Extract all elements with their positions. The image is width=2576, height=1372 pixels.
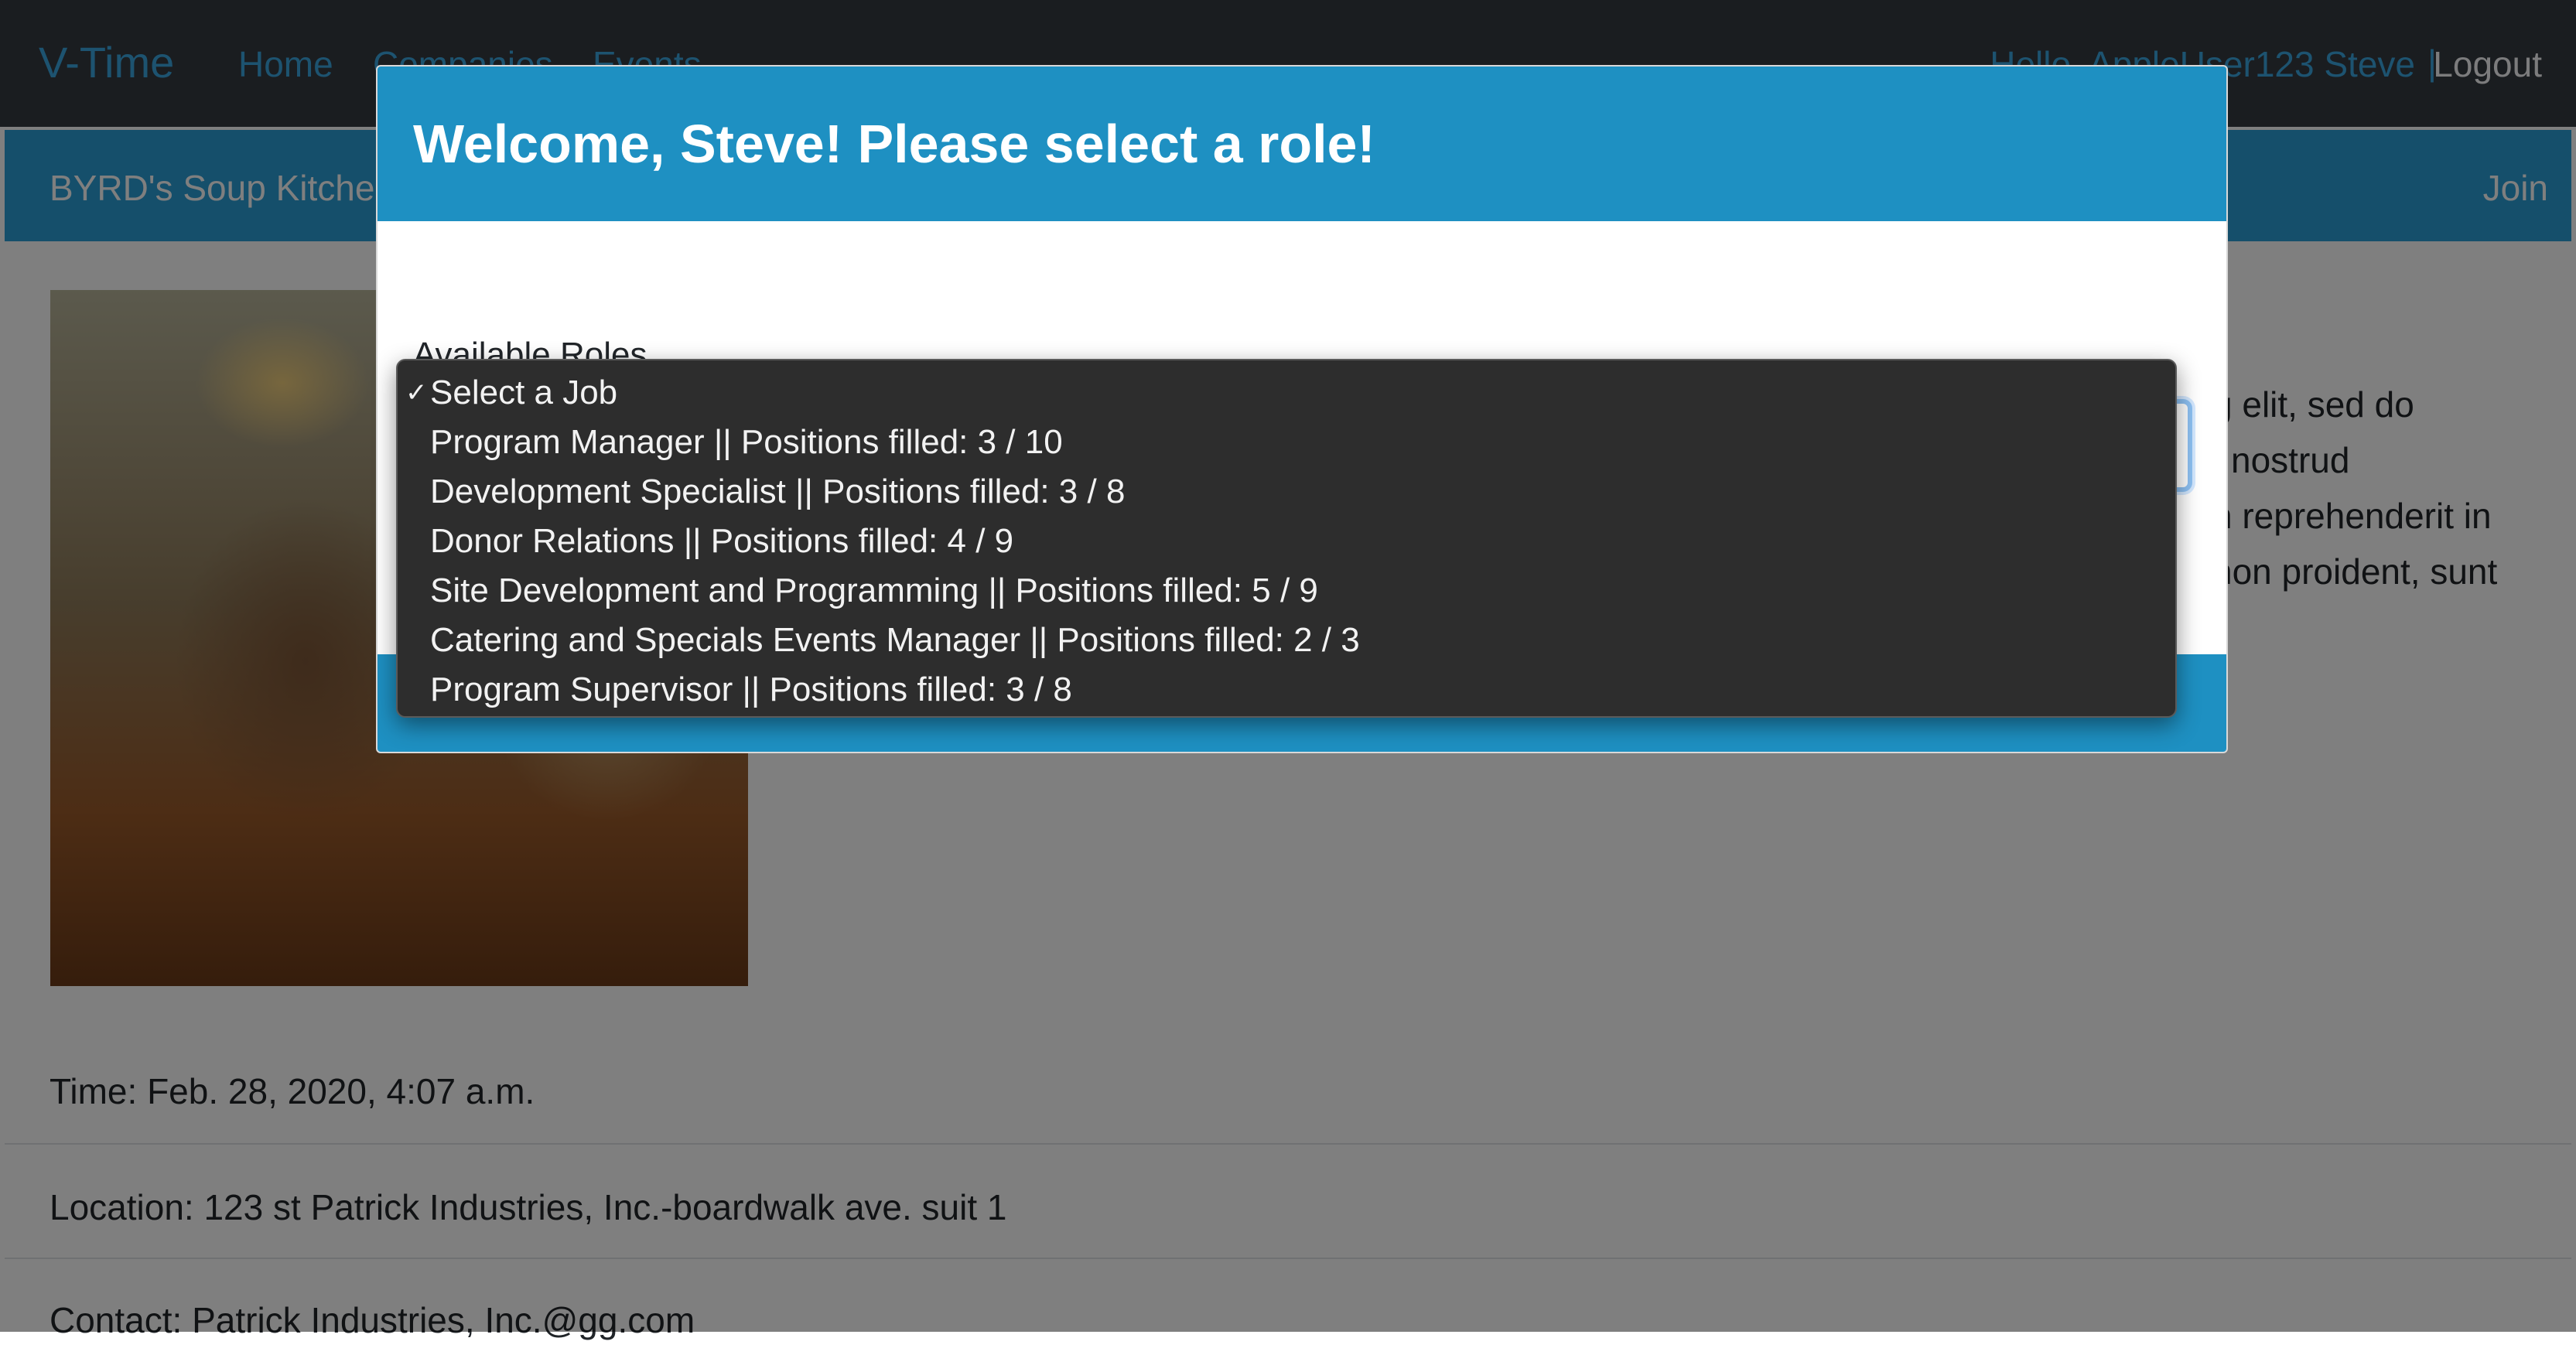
role-option-site-development[interactable]: Site Development and Programming || Posi… [398,566,2175,616]
role-option-program-supervisor[interactable]: Program Supervisor || Positions filled: … [398,665,2175,715]
role-option-catering-events-manager[interactable]: Catering and Specials Events Manager || … [398,616,2175,665]
role-option-select-a-job[interactable]: ✓ Select a Job [398,368,2175,418]
option-label: Development Specialist || Positions fill… [430,473,1126,510]
role-option-program-manager[interactable]: Program Manager || Positions filled: 3 /… [398,418,2175,467]
modal-title: Welcome, Steve! Please select a role! [413,114,1375,174]
option-label: Select a Job [430,374,618,411]
checkmark-icon: ✓ [405,378,428,408]
option-label: Donor Relations || Positions filled: 4 /… [430,522,1014,560]
option-label: Site Development and Programming || Posi… [430,572,1318,609]
role-option-development-specialist[interactable]: Development Specialist || Positions fill… [398,467,2175,517]
option-label: Catering and Specials Events Manager || … [430,621,1360,659]
role-option-donor-relations[interactable]: Donor Relations || Positions filled: 4 /… [398,517,2175,566]
role-dropdown-list: ✓ Select a Job Program Manager || Positi… [396,359,2177,718]
modal-header: Welcome, Steve! Please select a role! [378,67,2226,221]
option-label: Program Supervisor || Positions filled: … [430,671,1072,708]
option-label: Program Manager || Positions filled: 3 /… [430,423,1063,461]
